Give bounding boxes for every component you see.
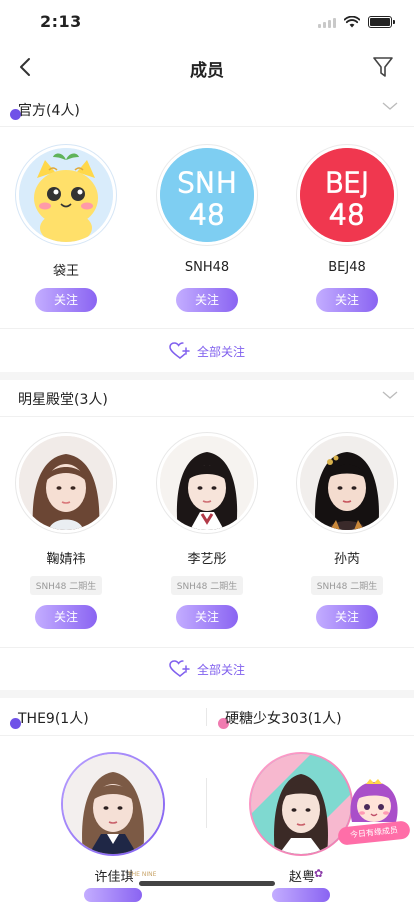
group-divider (206, 778, 207, 828)
member-photo[interactable] (63, 754, 163, 854)
group-title-yingtang[interactable]: 硬糖少女303(1人) (225, 708, 342, 728)
logo-line-1: SNH (177, 166, 237, 199)
follow-button[interactable]: 关注 (35, 605, 97, 629)
member-tag: SNH48 二期生 (170, 576, 244, 595)
bej48-logo-avatar[interactable]: BEJ 48 (300, 148, 394, 242)
follow-button[interactable]: 关注 (316, 605, 378, 629)
follow-all-button[interactable]: 全部关注 (0, 330, 414, 372)
avatar-ring (15, 144, 117, 246)
member-name: 赵粤 (288, 870, 315, 885)
avatar-ring (296, 432, 398, 534)
follow-all-label: 全部关注 (196, 344, 245, 359)
member-tag: SNH48 二期生 (29, 576, 103, 595)
member-card: BEJ 48 BEJ48 关注 (287, 144, 407, 312)
member-name: SNH48 (184, 260, 230, 275)
avatar-ring (61, 752, 165, 856)
the9-badge: THE NINE (128, 871, 157, 878)
follow-button[interactable]: 关注 (176, 288, 238, 312)
avatar-ring: SNH 48 (156, 144, 258, 246)
avatar-ring: BEJ 48 (296, 144, 398, 246)
logo-line-2: 48 (189, 198, 225, 231)
section-title: 明星殿堂(3人) (18, 392, 108, 408)
avatar-ring (156, 432, 258, 534)
member-photo[interactable] (19, 436, 113, 530)
filter-icon[interactable] (372, 55, 394, 79)
member-card: SNH 48 SNH48 关注 (147, 144, 267, 312)
follow-all-label: 全部关注 (196, 662, 245, 677)
member-card: 鞠婧祎 SNH48 二期生 关注 (6, 432, 126, 629)
member-card: 李艺彤 SNH48 二期生 关注 (147, 432, 267, 629)
cartoon-cat-avatar[interactable] (19, 148, 113, 242)
home-indicator (139, 881, 275, 886)
follow-button[interactable]: 关注 (176, 605, 238, 629)
follow-button[interactable]: 关注 (316, 288, 378, 312)
snh48-logo-avatar[interactable]: SNH 48 (160, 148, 254, 242)
lucky-member-sticker[interactable]: 今日有缘成员 (337, 778, 411, 848)
follow-button[interactable]: 关注 (35, 288, 97, 312)
member-card: 袋王 关注 (6, 144, 126, 312)
member-tag: SNH48 二期生 (310, 576, 384, 595)
flower-icon: ✿ (314, 867, 324, 880)
chevron-down-icon[interactable] (382, 389, 398, 401)
battery-icon (368, 16, 395, 28)
section-official-header[interactable]: 官方(4人) (0, 92, 414, 126)
avatar-ring (15, 432, 117, 534)
divider (0, 126, 414, 127)
member-name: 袋王 (52, 264, 79, 279)
section-gap (0, 690, 414, 698)
page-title: 成员 (190, 61, 224, 81)
follow-button[interactable] (272, 888, 330, 902)
member-card: 孙芮 SNH48 二期生 关注 (287, 432, 407, 629)
heart-plus-icon (169, 342, 190, 359)
groups-header-row: THE9(1人) 硬糖少女303(1人) (0, 700, 414, 734)
member-name: 李艺彤 (187, 552, 227, 567)
member-photo[interactable] (251, 754, 351, 854)
follow-button[interactable] (84, 888, 142, 902)
logo-line-2: 48 (329, 198, 365, 231)
divider (0, 735, 414, 736)
wifi-icon (344, 16, 360, 28)
status-icons (318, 16, 395, 28)
divider (0, 328, 414, 329)
logo-line-1: BEJ (325, 166, 369, 199)
group-divider (206, 708, 207, 726)
section-hall-header[interactable]: 明星殿堂(3人) (0, 381, 414, 415)
member-photo[interactable] (300, 436, 394, 530)
signal-icon (318, 17, 336, 28)
member-photo[interactable] (160, 436, 254, 530)
member-name: 孙芮 (333, 552, 360, 567)
member-card: 许佳琪 THE NINE (61, 752, 167, 885)
divider (0, 416, 414, 417)
heart-plus-icon (169, 660, 190, 677)
follow-all-button[interactable]: 全部关注 (0, 648, 414, 690)
member-name: BEJ48 (328, 260, 366, 275)
status-time: 2:13 (40, 12, 82, 31)
member-name: 鞠婧祎 (46, 552, 86, 567)
section-gap (0, 372, 414, 380)
status-bar: 2:13 (0, 0, 414, 44)
group-title-the9[interactable]: THE9(1人) (18, 708, 89, 728)
nav-bar: 成员 (0, 44, 414, 90)
chevron-down-icon[interactable] (382, 100, 398, 112)
section-title: 官方(4人) (18, 103, 80, 119)
